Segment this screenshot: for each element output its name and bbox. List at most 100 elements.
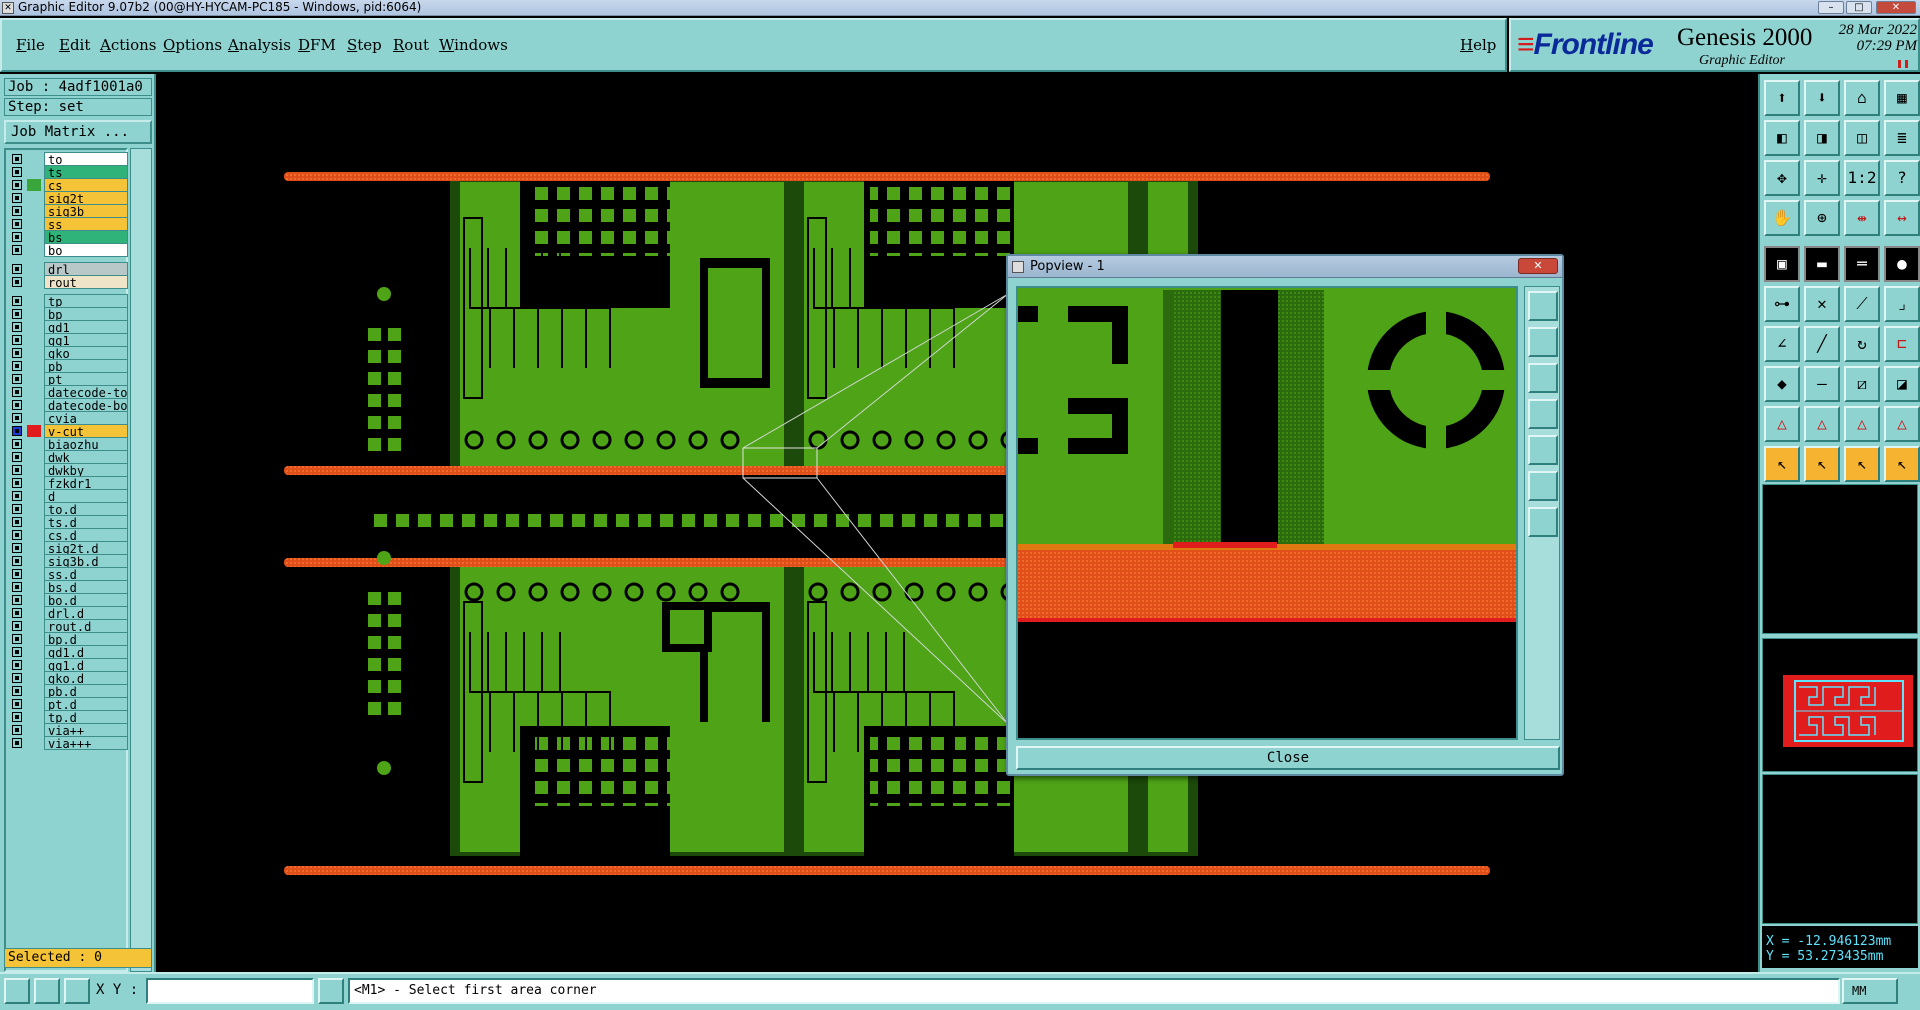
layer-row-to[interactable]: to — [8, 152, 128, 166]
layer-row-gko[interactable]: gko — [8, 346, 128, 360]
layer-row-ts[interactable]: ts — [8, 165, 128, 179]
layer-checkbox[interactable] — [12, 634, 22, 644]
xy-input[interactable] — [146, 978, 314, 1004]
split-icon[interactable]: ◫ — [1844, 120, 1880, 156]
popview-close-button[interactable]: Close — [1016, 746, 1560, 770]
layer-row-cvia[interactable]: cvia — [8, 411, 128, 425]
layer-checkbox[interactable] — [12, 348, 22, 358]
layer-checkbox[interactable] — [12, 180, 22, 190]
layer-checkbox[interactable] — [12, 167, 22, 177]
tri3-icon[interactable]: △ — [1844, 406, 1880, 442]
layer-checkbox[interactable] — [12, 264, 22, 274]
layer-checkbox[interactable] — [12, 245, 22, 255]
layer-checkbox[interactable] — [12, 277, 22, 287]
layer-checkbox[interactable] — [12, 193, 22, 203]
layer-row-fzkdr1[interactable]: fzkdr1 — [8, 476, 128, 490]
tri4-icon[interactable]: △ — [1884, 406, 1920, 442]
layer-checkbox[interactable] — [12, 738, 22, 748]
layer-row-gg1[interactable]: gg1 — [8, 333, 128, 347]
layer-row-gko.d[interactable]: gko.d — [8, 671, 128, 685]
layer-checkbox[interactable] — [12, 504, 22, 514]
fit-red-icon[interactable]: ⊏ — [1884, 326, 1920, 362]
measure-red-icon[interactable]: ⇹ — [1844, 200, 1880, 236]
menu-actions[interactable]: Actions — [100, 36, 156, 54]
popview-left-icon[interactable] — [1528, 399, 1558, 429]
measure-icon[interactable]: ↔ — [1884, 200, 1920, 236]
layer-checkbox[interactable] — [12, 725, 22, 735]
minus-icon[interactable]: — — [1804, 366, 1840, 402]
layer-row-ss[interactable]: ss — [8, 217, 128, 231]
layer-row-datecode-to[interactable]: datecode-to — [8, 385, 128, 399]
layer-row-gd1.d[interactable]: gd1.d — [8, 645, 128, 659]
angle-icon[interactable]: ∠ — [1764, 326, 1800, 362]
layer-checkbox[interactable] — [12, 686, 22, 696]
tri1-icon[interactable]: △ — [1764, 406, 1800, 442]
layer-row-ss.d[interactable]: ss.d — [8, 567, 128, 581]
minimize-icon[interactable]: – — [1818, 1, 1844, 14]
layer-checkbox[interactable] — [12, 673, 22, 683]
layer-row-bo.d[interactable]: bo.d — [8, 593, 128, 607]
layer-checkbox[interactable] — [12, 206, 22, 216]
grid-icon[interactable]: ▦ — [1884, 80, 1920, 116]
layers-icon[interactable]: ≣ — [1884, 120, 1920, 156]
menu-edit[interactable]: Edit — [59, 36, 90, 54]
layer-row-via+++[interactable]: via+++ — [8, 736, 128, 750]
menu-file[interactable]: File — [16, 36, 45, 54]
layer-row-bs[interactable]: bs — [8, 230, 128, 244]
popview-down-icon[interactable] — [1528, 363, 1558, 393]
layer-row-pt[interactable]: pt — [8, 372, 128, 386]
layer-checkbox[interactable] — [12, 322, 22, 332]
arc-icon[interactable]: ↻ — [1844, 326, 1880, 362]
drill-icon[interactable]: ● — [1884, 246, 1920, 282]
pointer-red-icon[interactable]: ↖ — [1804, 446, 1840, 482]
popview-zoom-in-icon[interactable] — [1528, 507, 1558, 537]
layer-checkbox[interactable] — [12, 660, 22, 670]
menu-rout[interactable]: Rout — [393, 36, 429, 54]
center-icon[interactable]: ✛ — [1804, 160, 1840, 196]
layer-checkbox[interactable] — [12, 582, 22, 592]
layer-row-bo[interactable]: bo — [8, 243, 128, 257]
layer-checkbox[interactable] — [12, 387, 22, 397]
layer-row-via++[interactable]: via++ — [8, 723, 128, 737]
layer-checkbox[interactable] — [12, 699, 22, 709]
layer-checkbox[interactable] — [12, 595, 22, 605]
grid-tool-icon[interactable] — [64, 978, 90, 1004]
layer-checkbox[interactable] — [12, 335, 22, 345]
layer-row-gg1.d[interactable]: gg1.d — [8, 658, 128, 672]
layer-checkbox[interactable] — [12, 296, 22, 306]
pointer-icon[interactable]: ↖ — [1764, 446, 1800, 482]
overview-map[interactable] — [1762, 638, 1918, 772]
job-matrix-button[interactable]: Job Matrix ... — [4, 120, 152, 144]
pan-icon[interactable]: ✋ — [1764, 200, 1800, 236]
home-icon[interactable]: ⌂ — [1844, 80, 1880, 116]
close-icon[interactable]: ✕ — [1876, 1, 1916, 14]
layer-checkbox[interactable] — [12, 517, 22, 527]
layer-checkbox[interactable] — [12, 608, 22, 618]
maximize-icon[interactable]: □ — [1846, 1, 1872, 14]
layer-checkbox[interactable] — [12, 530, 22, 540]
popview-canvas[interactable] — [1016, 286, 1518, 740]
help-icon[interactable]: ? — [1884, 160, 1920, 196]
layer-checkbox[interactable] — [12, 232, 22, 242]
popview-up-icon[interactable] — [1528, 327, 1558, 357]
layer-checkbox[interactable] — [12, 465, 22, 475]
layer-checkbox[interactable] — [12, 543, 22, 553]
layer-row-tp.d[interactable]: tp.d — [8, 710, 128, 724]
dot-icon[interactable]: ◆ — [1764, 366, 1800, 402]
snap-left-icon[interactable]: ◧ — [1764, 120, 1800, 156]
layer-row-cs.d[interactable]: cs.d — [8, 528, 128, 542]
popview-window[interactable]: Popview - 1 ✕ Close — [1006, 254, 1564, 776]
layer-row-sig2t[interactable]: sig2t — [8, 191, 128, 205]
tri2-icon[interactable]: △ — [1804, 406, 1840, 442]
layer-checkbox[interactable] — [12, 621, 22, 631]
layer-checkbox[interactable] — [12, 361, 22, 371]
layer-row-d[interactable]: d — [8, 489, 128, 503]
layer-row-dwkby[interactable]: dwkby — [8, 463, 128, 477]
layer-row-cs[interactable]: cs — [8, 178, 128, 192]
bracket-icon[interactable]: ⧄ — [1844, 366, 1880, 402]
layer-row-to.d[interactable]: to.d — [8, 502, 128, 516]
menu-step[interactable]: Step — [347, 36, 382, 54]
layer-row-bs.d[interactable]: bs.d — [8, 580, 128, 594]
menu-windows[interactable]: Windows — [439, 36, 508, 54]
layer-row-dwk[interactable]: dwk — [8, 450, 128, 464]
